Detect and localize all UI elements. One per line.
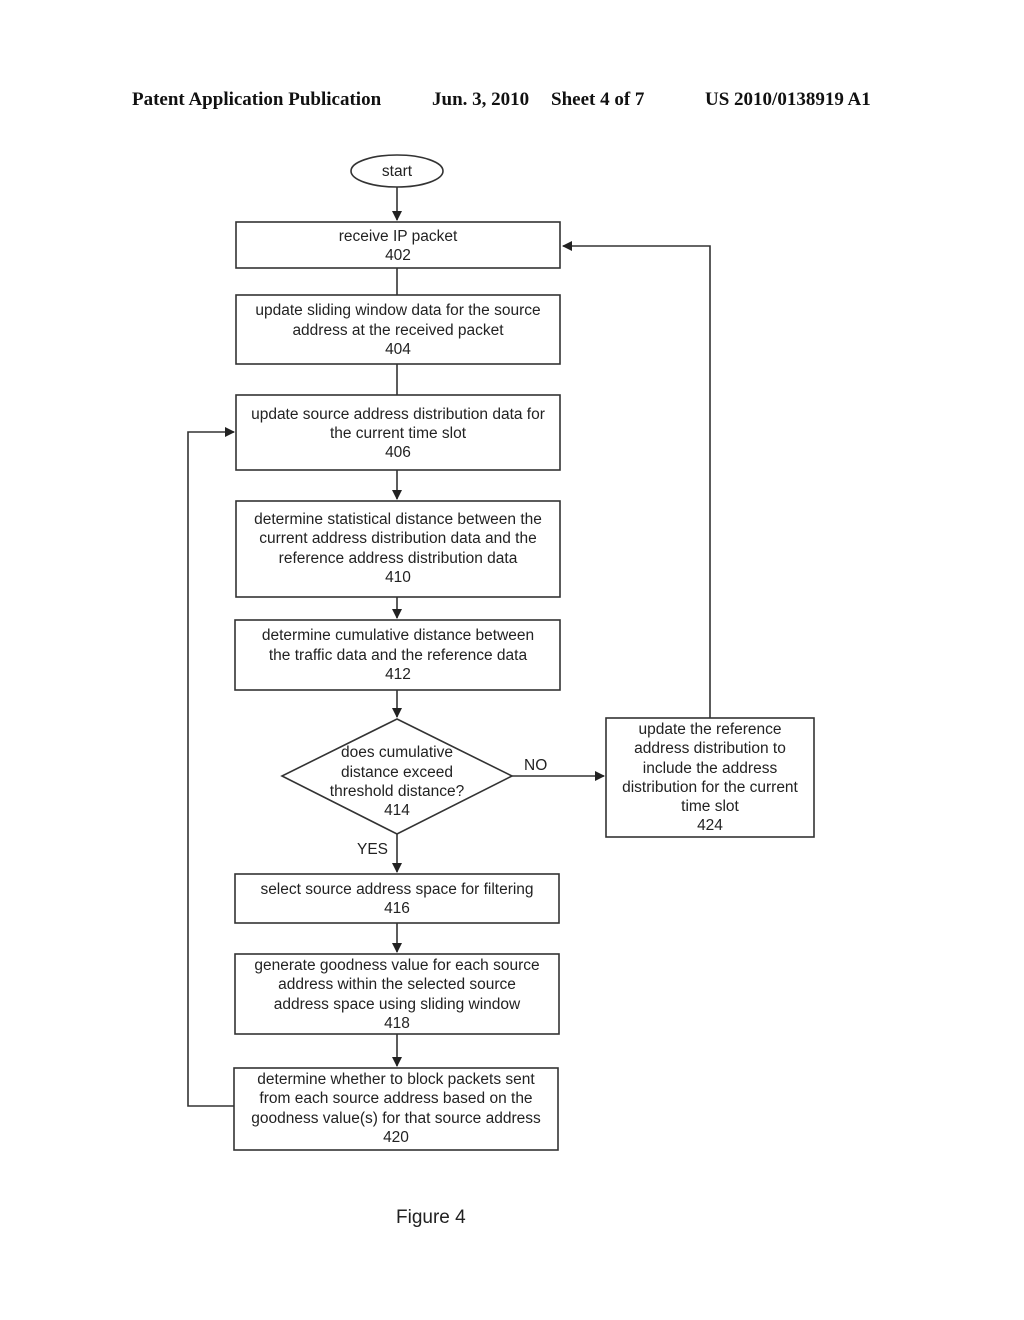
- node-404-ref: 404: [385, 341, 411, 358]
- node-414-decision: does cumulative distance exceed threshol…: [280, 718, 514, 835]
- node-424-line: update the reference: [638, 721, 781, 738]
- node-410-line: reference address distribution data: [279, 550, 518, 567]
- edge-label-no: NO: [524, 757, 547, 774]
- node-410: determine statistical distance between t…: [235, 500, 561, 598]
- start-label: start: [382, 163, 413, 180]
- node-402: receive IP packet 402: [235, 221, 561, 269]
- node-402-line: receive IP packet: [339, 228, 458, 245]
- node-414-line: distance exceed: [341, 764, 453, 781]
- node-418-line: address space using sliding window: [274, 996, 521, 1013]
- node-416-ref: 416: [384, 900, 410, 917]
- node-418: generate goodness value for each source …: [234, 953, 560, 1035]
- node-424-line: include the address: [643, 760, 778, 777]
- node-416-line: select source address space for filterin…: [260, 881, 533, 898]
- node-406: update source address distribution data …: [235, 394, 561, 471]
- node-412-line: determine cumulative distance between: [262, 627, 534, 644]
- node-406-ref: 406: [385, 444, 411, 461]
- node-402-ref: 402: [385, 247, 411, 264]
- node-416: select source address space for filterin…: [234, 873, 560, 924]
- node-420-line: goodness value(s) for that source addres…: [251, 1110, 541, 1127]
- node-418-line: generate goodness value for each source: [254, 957, 539, 974]
- edge-420-406: [187, 427, 235, 1107]
- node-424-line: distribution for the current: [622, 779, 798, 796]
- node-410-line: determine statistical distance between t…: [254, 511, 542, 528]
- node-406-line: the current time slot: [330, 425, 467, 442]
- flowchart: start NO YES receive IP packet 402 updat…: [187, 154, 815, 1151]
- node-404: update sliding window data for the sourc…: [235, 294, 561, 365]
- figure-caption: Figure 4: [396, 1207, 466, 1228]
- node-418-line: address within the selected source: [278, 976, 516, 993]
- node-412-line: the traffic data and the reference data: [269, 647, 528, 664]
- node-424-line: address distribution to: [634, 740, 786, 757]
- node-412-ref: 412: [385, 666, 411, 683]
- node-414-ref: 414: [384, 802, 410, 819]
- node-420: determine whether to block packets sent …: [233, 1067, 559, 1151]
- node-420-line: determine whether to block packets sent: [257, 1071, 535, 1088]
- start-terminator: start: [350, 154, 444, 188]
- node-410-line: current address distribution data and th…: [259, 530, 536, 547]
- node-424: update the reference address distributio…: [605, 717, 815, 838]
- node-404-line: update sliding window data for the sourc…: [255, 302, 540, 319]
- node-420-ref: 420: [383, 1129, 409, 1146]
- node-410-ref: 410: [385, 569, 411, 586]
- node-404-line: address at the received packet: [292, 322, 504, 339]
- edge-424-402: [562, 241, 711, 718]
- node-414-line: does cumulative: [341, 744, 453, 761]
- node-418-ref: 418: [384, 1015, 410, 1032]
- node-406-line: update source address distribution data …: [251, 406, 545, 423]
- edge-label-yes: YES: [357, 841, 388, 858]
- node-414-line: threshold distance?: [330, 783, 465, 800]
- node-424-line: time slot: [681, 798, 739, 815]
- node-424-ref: 424: [697, 817, 723, 834]
- node-420-line: from each source address based on the: [259, 1090, 532, 1107]
- node-412: determine cumulative distance between th…: [234, 619, 561, 691]
